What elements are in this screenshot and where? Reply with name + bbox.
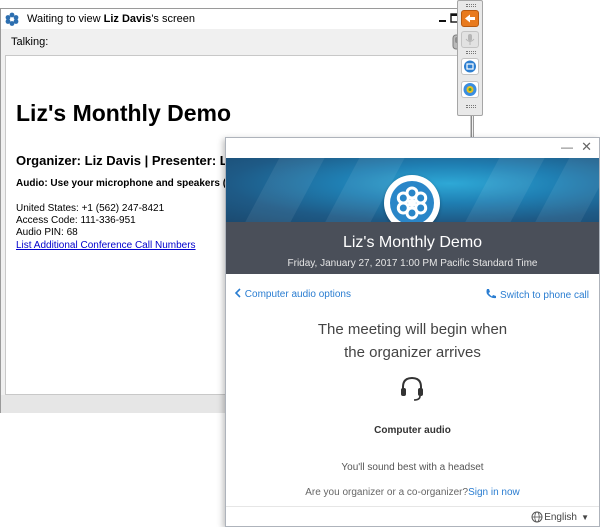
talking-bar: Talking:	[1, 29, 473, 55]
banner-stripe	[460, 158, 552, 222]
chevron-left-icon	[234, 288, 241, 298]
dialog-titlebar: — ✕	[226, 138, 599, 158]
computer-audio-label: Computer audio	[374, 425, 451, 436]
viewer-titlebar: Waiting to view Liz Davis's screen	[1, 9, 473, 29]
gotomeeting-logo-icon	[5, 12, 19, 26]
banner-stripe	[530, 158, 599, 222]
dialog-footer: English ▼	[226, 506, 599, 527]
collapse-panel-button[interactable]	[461, 10, 479, 27]
organizer-line: Organizer: Liz Davis | Presenter: L	[16, 153, 228, 168]
switch-to-phone-link[interactable]: Switch to phone call	[485, 288, 589, 301]
meeting-dialog: — ✕ Liz's Monthly Demo Friday, January 2…	[225, 137, 600, 527]
drag-grip-middle	[466, 51, 476, 54]
screen-icon	[464, 60, 476, 73]
banner-stripe	[240, 158, 332, 222]
microphone-button[interactable]	[461, 31, 479, 48]
globe-icon	[531, 511, 543, 523]
talking-label: Talking:	[11, 36, 49, 48]
headset-icon	[401, 376, 423, 401]
minimize-icon[interactable]	[438, 13, 448, 23]
screen-view-button[interactable]	[461, 58, 479, 75]
meeting-heading: Liz's Monthly Demo	[16, 100, 232, 126]
audio-nav-row: Computer audio options Switch to phone c…	[226, 288, 599, 304]
waiting-message-line-1: The meeting will begin when	[317, 321, 508, 338]
microphone-icon	[465, 34, 475, 45]
meeting-title-band: Liz's Monthly Demo Friday, January 27, 2…	[226, 222, 599, 274]
access-code: Access Code: 111-336-951	[16, 215, 136, 226]
meeting-title: Liz's Monthly Demo	[342, 234, 483, 251]
meeting-logo-icon	[463, 83, 477, 96]
language-selector[interactable]: English	[544, 512, 577, 523]
audio-instructions: Audio: Use your microphone and speakers …	[16, 178, 227, 189]
waiting-message-line-2: the organizer arrives	[344, 344, 481, 361]
waiting-message: The meeting will begin when the organize…	[226, 318, 599, 364]
minimize-icon[interactable]: —	[561, 140, 573, 154]
computer-audio-options-link[interactable]: Computer audio options	[234, 288, 351, 300]
meeting-date-time: Friday, January 27, 2017 1:00 PM Pacific…	[287, 258, 538, 269]
organizer-question: Are you organizer or a co-organizer?Sign…	[305, 487, 520, 498]
dial-in-number: United States: +1 (562) 247-8421	[16, 203, 165, 214]
close-icon[interactable]: ✕	[581, 139, 592, 155]
viewer-title: Waiting to view Liz Davis's screen	[27, 13, 195, 25]
audio-pin: Audio PIN: 68	[16, 227, 78, 238]
drag-grip-bottom	[466, 105, 476, 108]
floating-control-bar	[457, 0, 483, 116]
headset-hint: You'll sound best with a headset	[341, 462, 484, 473]
sign-in-link[interactable]: Sign in now	[468, 487, 520, 498]
flower-logo-icon	[390, 181, 434, 225]
arrow-left-icon	[465, 14, 475, 23]
chevron-down-icon[interactable]: ▼	[581, 513, 589, 522]
gotomeeting-button[interactable]	[461, 81, 479, 98]
additional-numbers-link[interactable]: List Additional Conference Call Numbers	[16, 240, 196, 251]
drag-grip-top[interactable]	[466, 4, 476, 7]
phone-icon	[486, 289, 497, 299]
